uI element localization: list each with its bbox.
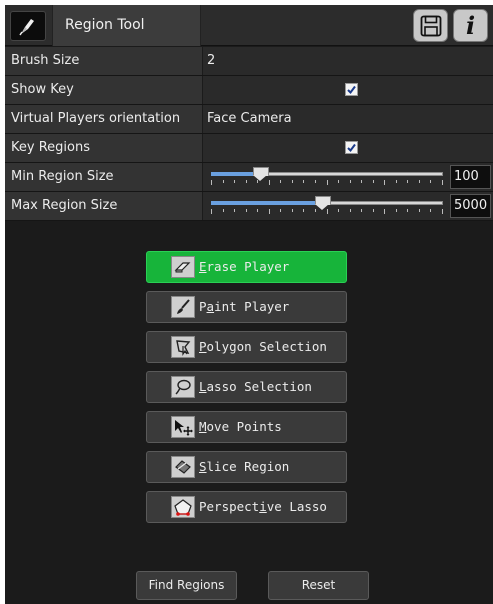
slider-tick [257,209,258,212]
slider-tick [280,180,281,183]
slider-ticks [211,180,443,186]
slider-tick [280,209,281,212]
min-region-size-cell: 100 [203,163,493,191]
slider-tick [350,209,351,212]
region-pen-icon[interactable] [10,11,46,41]
slider-tick [407,209,408,212]
min-region-size-slider[interactable] [211,166,443,188]
lasso-icon [171,376,195,398]
slider-tick [292,209,293,212]
slider-tick [303,209,304,212]
erase-player-button[interactable]: Erase Player [146,251,347,283]
paint-player-label: Paint Player [199,299,290,314]
slider-tick [327,180,328,185]
find-regions-button[interactable]: Find Regions [136,571,237,600]
max-region-size-cell: 5000 [203,192,493,220]
save-button[interactable] [413,9,448,42]
slider-tick [361,180,362,183]
panel-header: Region Tool i [5,5,493,46]
slider-tick [269,180,270,185]
slider-tick [430,209,431,212]
brush-size-label: Brush Size [5,47,202,75]
orientation-label: Virtual Players orientation [5,105,202,133]
reset-button[interactable]: Reset [268,571,369,600]
key-regions-row: Key Regions [5,134,493,163]
show-key-label: Show Key [5,76,202,104]
move-points-label: Move Points [199,419,282,434]
polygon-selection-button[interactable]: Polygon Selection [146,331,347,363]
perspective-lasso-icon [171,496,195,518]
region-tool-panel: Region Tool i Brush Size 2 Show Key Virt… [5,5,493,604]
slider-fill [211,201,322,205]
lasso-selection-button[interactable]: Lasso Selection [146,371,347,403]
min-region-size-row: Min Region Size 100 [5,163,493,192]
orientation-row: Virtual Players orientation Face Camera [5,105,493,134]
slider-tick [223,180,224,183]
show-key-cell [203,76,493,104]
orientation-select[interactable]: Face Camera [203,105,493,133]
erase-player-label: Erase Player [199,259,290,274]
info-icon: i [465,11,476,40]
move-points-icon [171,416,195,438]
lasso-selection-label: Lasso Selection [199,379,312,394]
slice-icon [171,456,195,478]
floppy-disk-icon [420,15,441,36]
polygon-selection-label: Polygon Selection [199,339,327,354]
slider-tick [303,180,304,183]
polygon-select-icon [171,336,195,358]
slider-tick [384,180,385,185]
slider-tick [211,209,212,214]
checkmark-icon [347,143,356,153]
key-regions-checkbox[interactable] [345,141,358,154]
slider-tick [442,180,443,185]
show-key-checkbox[interactable] [345,83,358,96]
brush-size-row: Brush Size 2 [5,47,493,76]
info-button[interactable]: i [453,9,488,42]
slider-tick [223,209,224,212]
max-region-size-label: Max Region Size [5,192,202,220]
slider-tick [338,209,339,212]
min-region-size-label: Min Region Size [5,163,202,191]
slider-tick [384,209,385,214]
checkmark-icon [347,85,356,95]
slider-tick [430,180,431,183]
max-region-size-input[interactable]: 5000 [450,194,491,218]
eraser-icon [171,256,195,278]
move-points-button[interactable]: Move Points [146,411,347,443]
slider-tick [350,180,351,183]
slice-region-button[interactable]: Slice Region [146,451,347,483]
slider-tick [269,209,270,214]
slider-tick [396,180,397,183]
slider-tick [442,209,443,214]
max-region-size-row: Max Region Size 5000 [5,192,493,221]
slider-tick [211,180,212,185]
slider-tick [292,180,293,183]
slider-tick [234,209,235,212]
perspective-lasso-label: Perspective Lasso [199,499,327,514]
slider-tick [246,180,247,183]
slider-tick [407,180,408,183]
panel-title: Region Tool [52,5,201,46]
brush-size-field[interactable]: 2 [203,47,493,75]
min-region-size-input[interactable]: 100 [450,165,491,189]
slider-tick [338,180,339,183]
perspective-lasso-button[interactable]: Perspective Lasso [146,491,347,523]
slider-tick [234,180,235,183]
show-key-row: Show Key [5,76,493,105]
paint-player-button[interactable]: Paint Player [146,291,347,323]
max-region-size-slider[interactable] [211,195,443,217]
slider-tick [315,180,316,183]
key-regions-cell [203,134,493,162]
slider-tick [419,209,420,212]
slider-tick [361,209,362,212]
slider-tick [373,209,374,212]
slider-tick [373,180,374,183]
slider-tick [246,209,247,212]
key-regions-label: Key Regions [5,134,202,162]
slice-region-label: Slice Region [199,459,290,474]
paintbrush-icon [171,296,195,318]
slider-tick [419,180,420,183]
slider-tick [396,209,397,212]
